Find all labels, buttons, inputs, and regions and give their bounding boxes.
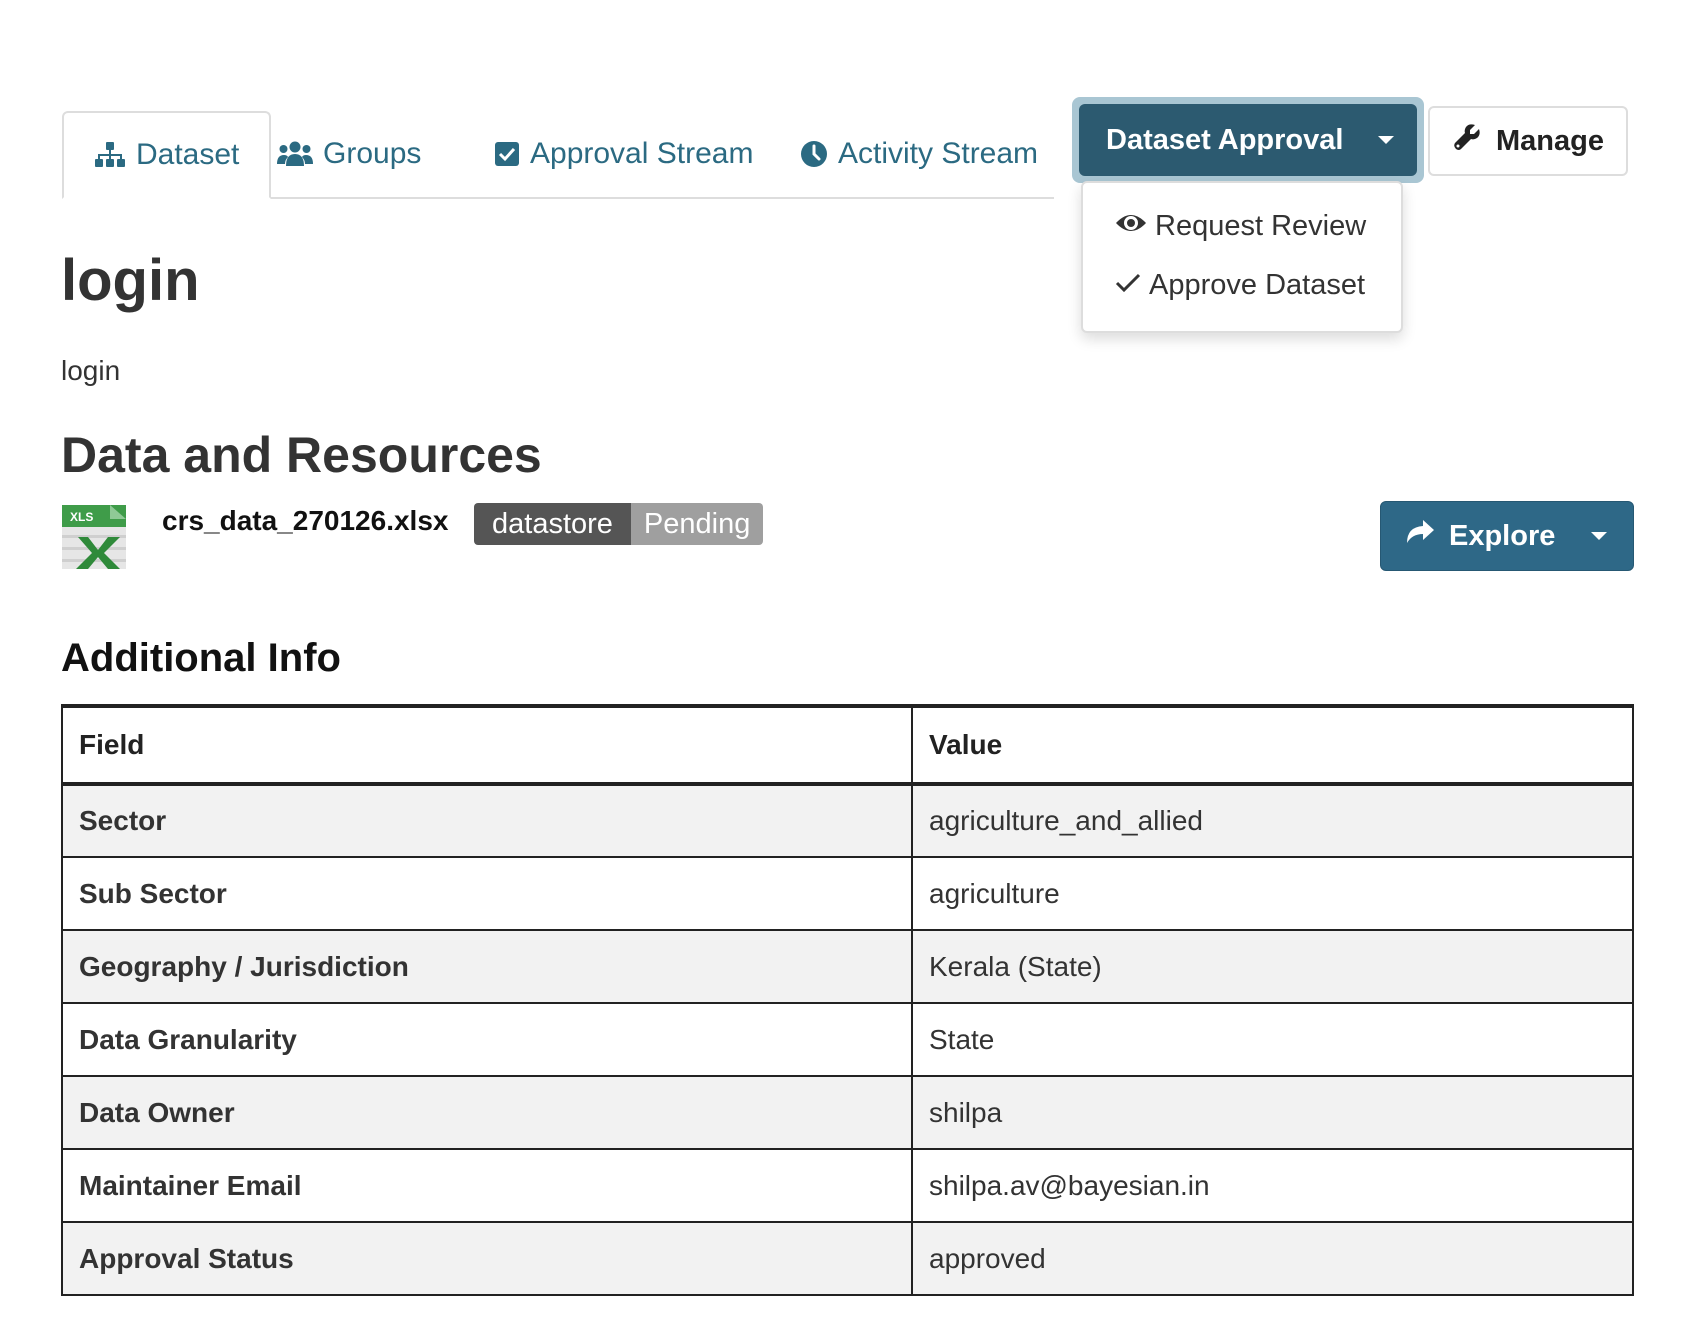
checkmark-icon (1115, 269, 1141, 302)
explore-button[interactable]: Explore (1380, 501, 1634, 571)
row-value: agriculture (911, 856, 1634, 931)
approval-dropdown-menu: Request Review Approve Dataset (1081, 181, 1403, 333)
xls-file-icon[interactable]: XLS (62, 505, 126, 569)
dataset-approval-label: Dataset Approval (1106, 123, 1344, 156)
row-value: State (911, 1002, 1634, 1077)
row-field: Data Granularity (61, 1002, 913, 1077)
table-row: Geography / Jurisdiction Kerala (State) (61, 929, 1634, 1004)
tab-groups-label: Groups (323, 137, 422, 170)
datastore-badge-status: Pending (630, 503, 764, 545)
column-header-value: Value (911, 704, 1634, 786)
tab-dataset-label: Dataset (136, 138, 240, 171)
page-title: login (61, 248, 200, 313)
table-row: Data Owner shilpa (61, 1075, 1634, 1150)
menu-item-request-review[interactable]: Request Review (1115, 210, 1366, 243)
row-field: Sector (61, 783, 913, 858)
wrench-icon (1452, 122, 1482, 160)
datastore-badge-label: datastore (474, 503, 631, 545)
resources-heading: Data and Resources (61, 427, 542, 483)
dataset-description: login (61, 355, 121, 386)
sitemap-icon (94, 141, 126, 169)
table-row: Approval Status approved (61, 1221, 1634, 1296)
additional-info-table: Field Value Sector agriculture_and_allie… (61, 704, 1634, 1296)
tab-approval-stream[interactable]: Approval Stream (494, 111, 753, 197)
row-field: Geography / Jurisdiction (61, 929, 913, 1004)
chevron-down-icon (1591, 532, 1607, 540)
table-row: Maintainer Email shilpa.av@bayesian.in (61, 1148, 1634, 1223)
check-square-icon (494, 141, 520, 167)
row-field: Sub Sector (61, 856, 913, 931)
manage-button[interactable]: Manage (1428, 106, 1628, 176)
datastore-status-badge: datastore Pending (474, 503, 764, 545)
column-header-field: Field (61, 704, 913, 786)
row-value: agriculture_and_allied (911, 783, 1634, 858)
svg-text:XLS: XLS (70, 510, 93, 524)
dataset-approval-focus-ring: Dataset Approval (1072, 97, 1424, 183)
menu-item-approve-dataset[interactable]: Approve Dataset (1115, 269, 1365, 302)
row-value: shilpa (911, 1075, 1634, 1150)
users-icon (277, 140, 313, 168)
eye-icon (1115, 210, 1147, 243)
table-row: Data Granularity State (61, 1002, 1634, 1077)
dataset-tabs: Dataset Groups Approval Stream Activity … (62, 111, 1054, 199)
row-field: Approval Status (61, 1221, 913, 1296)
share-icon (1405, 519, 1435, 553)
row-field: Maintainer Email (61, 1148, 913, 1223)
table-header-row: Field Value (61, 704, 1634, 786)
clock-icon (800, 140, 828, 168)
table-row: Sector agriculture_and_allied (61, 783, 1634, 858)
resource-file-name[interactable]: crs_data_270126.xlsx (162, 505, 448, 537)
tab-activity-stream-label: Activity Stream (838, 137, 1039, 170)
dataset-approval-button[interactable]: Dataset Approval (1079, 104, 1417, 176)
menu-item-request-review-label: Request Review (1155, 210, 1367, 242)
menu-item-approve-dataset-label: Approve Dataset (1149, 269, 1366, 301)
row-value: approved (911, 1221, 1634, 1296)
table-row: Sub Sector agriculture (61, 856, 1634, 931)
chevron-down-icon (1378, 136, 1394, 144)
additional-info-heading: Additional Info (61, 636, 341, 680)
explore-label: Explore (1449, 519, 1556, 552)
manage-label: Manage (1496, 124, 1604, 157)
row-value: Kerala (State) (911, 929, 1634, 1004)
tab-groups[interactable]: Groups (277, 111, 421, 197)
row-value: shilpa.av@bayesian.in (911, 1148, 1634, 1223)
tab-dataset[interactable]: Dataset (62, 111, 272, 199)
row-field: Data Owner (61, 1075, 913, 1150)
tab-approval-stream-label: Approval Stream (530, 137, 754, 170)
tab-activity-stream[interactable]: Activity Stream (800, 111, 1038, 197)
